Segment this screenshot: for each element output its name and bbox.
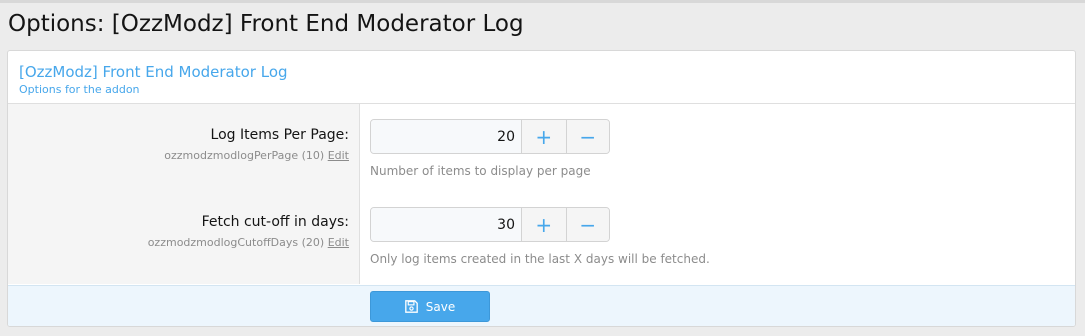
plus-icon: +: [535, 124, 553, 149]
block-description: Options for the addon: [19, 83, 140, 96]
top-border: [0, 0, 1085, 3]
plus-icon: +: [535, 212, 553, 237]
option-explain: Number of items to display per page: [370, 164, 591, 178]
option-id: ozzmodzmodlogPerPage (10): [164, 149, 325, 162]
option-label-cell: Log Items Per Page: ozzmodzmodlogPerPage…: [8, 104, 360, 192]
floppy-disk-icon: [404, 300, 418, 313]
log-items-per-page-input[interactable]: [371, 120, 522, 153]
minus-icon: −: [579, 124, 597, 149]
option-field-cell: + − Only log items created in the last X…: [360, 192, 1075, 284]
option-row-fetch-cutoff: Fetch cut-off in days: ozzmodzmodlogCuto…: [8, 192, 1075, 284]
decrement-button[interactable]: −: [565, 120, 609, 153]
save-button-label: Save: [425, 299, 456, 314]
option-label: Fetch cut-off in days:: [201, 214, 349, 230]
minus-icon: −: [579, 212, 597, 237]
edit-link[interactable]: Edit: [328, 236, 349, 249]
form-submit-bar: Save: [8, 285, 1075, 326]
option-hint: ozzmodzmodlogCutoffDays (20) Edit: [8, 236, 349, 249]
option-row-log-items-per-page: Log Items Per Page: ozzmodzmodlogPerPage…: [8, 104, 1075, 192]
option-field-cell: + − Number of items to display per page: [360, 104, 1075, 192]
decrement-button[interactable]: −: [565, 208, 609, 241]
edit-link[interactable]: Edit: [328, 149, 349, 162]
increment-button[interactable]: +: [522, 208, 566, 241]
fetch-cutoff-days-input[interactable]: [371, 208, 522, 241]
block-title: [OzzModz] Front End Moderator Log: [19, 63, 288, 81]
options-block: [OzzModz] Front End Moderator Log Option…: [7, 50, 1076, 327]
number-stepper: + −: [370, 119, 610, 154]
number-stepper: + −: [370, 207, 610, 242]
option-explain: Only log items created in the last X day…: [370, 252, 710, 266]
page-title: Options: [OzzModz] Front End Moderator L…: [8, 11, 524, 37]
option-id: ozzmodzmodlogCutoffDays (20): [147, 236, 325, 249]
increment-button[interactable]: +: [522, 120, 566, 153]
option-hint: ozzmodzmodlogPerPage (10) Edit: [8, 149, 349, 162]
block-header: [OzzModz] Front End Moderator Log Option…: [8, 51, 1075, 104]
option-label-cell: Fetch cut-off in days: ozzmodzmodlogCuto…: [8, 192, 360, 284]
save-button[interactable]: Save: [370, 291, 490, 322]
option-label: Log Items Per Page:: [210, 127, 349, 143]
